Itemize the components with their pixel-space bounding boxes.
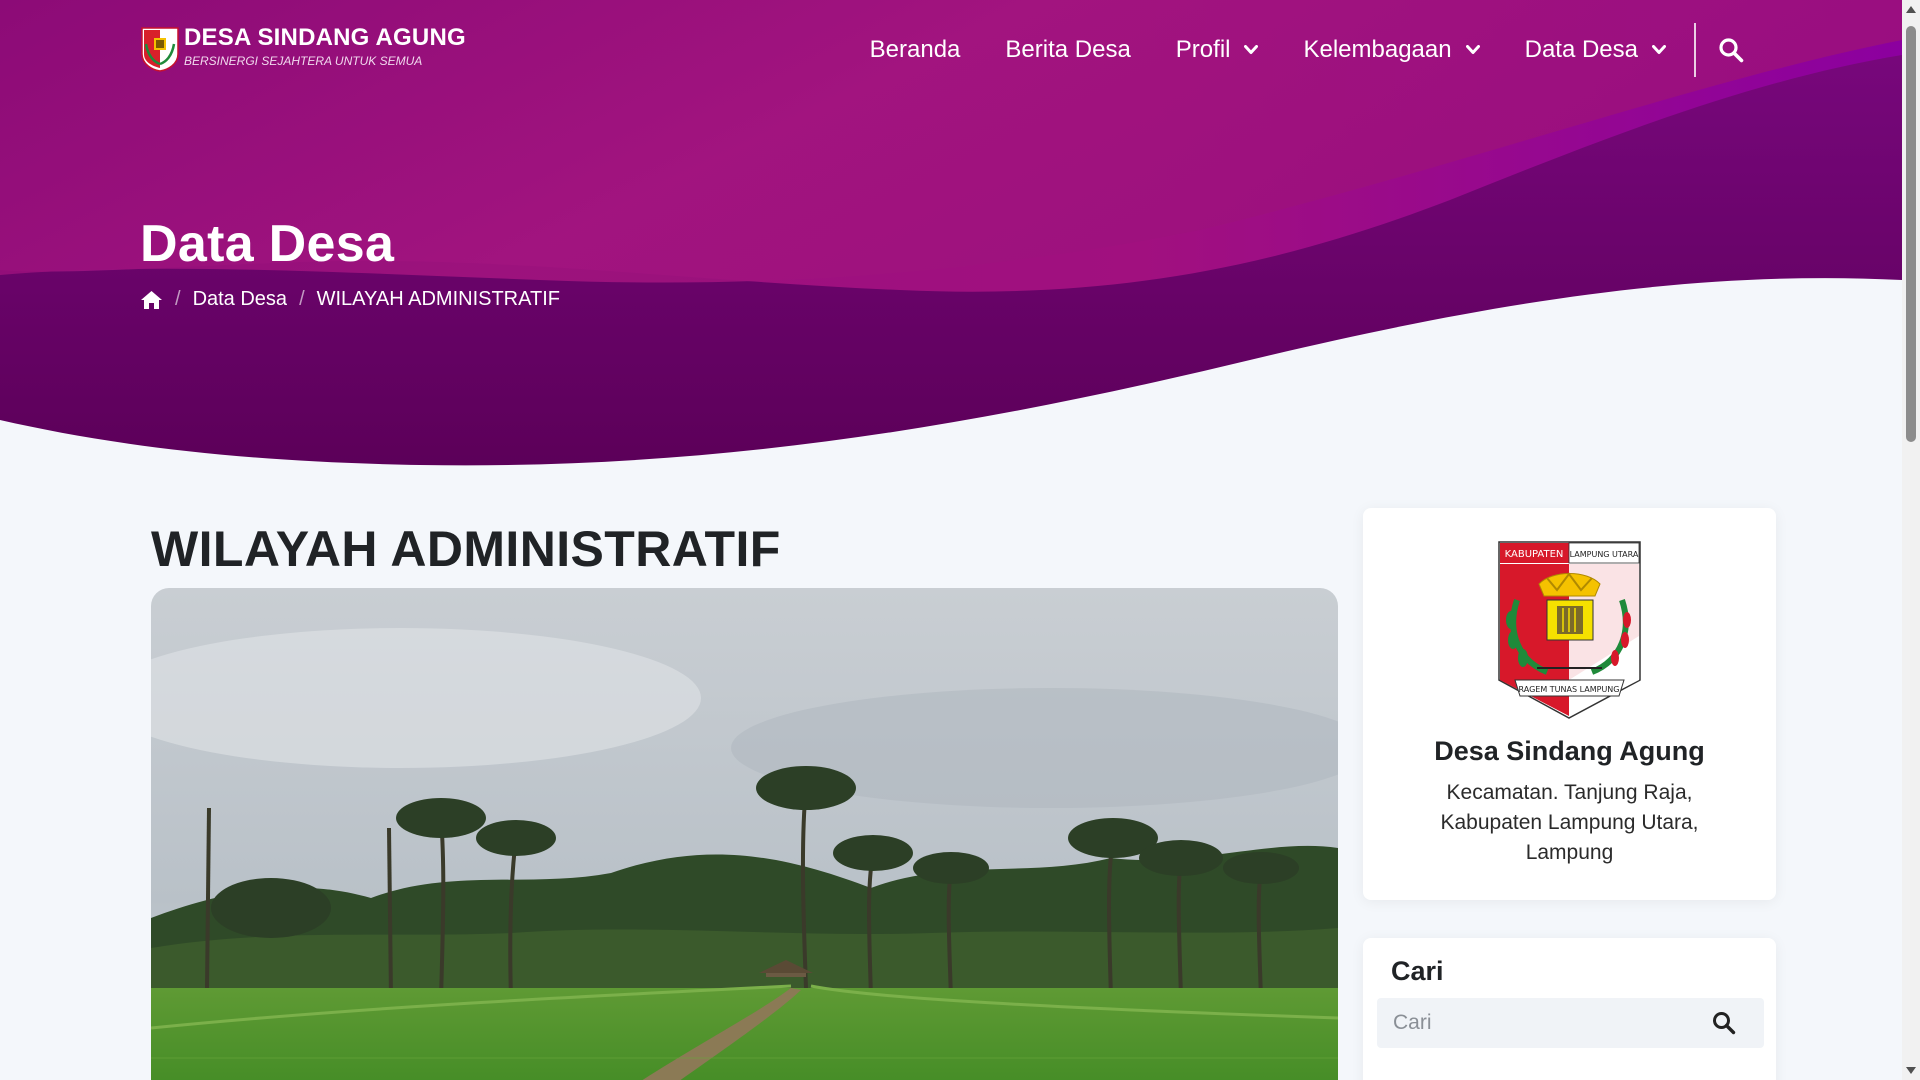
search-box [1377,998,1764,1048]
village-name: Desa Sindang Agung [1434,736,1705,766]
search-card-title: Cari [1391,956,1444,986]
village-address: Kecamatan. Tanjung Raja, Kabupaten Lampu… [1440,781,1699,864]
nav-item-label: Beranda [869,36,961,63]
breadcrumb-separator: / [299,288,305,310]
brand-name: DESA SINDANG AGUNG [184,24,466,51]
nav-item-label: Profil [1175,36,1231,63]
nav-item-kelembagaan[interactable]: Kelembagaan [1303,36,1480,64]
page: DESA SINDANG AGUNG BERSINERGI SEJAHTERA … [0,0,1902,1080]
emblem-motto: RAGEM TUNAS LAMPUNG [1519,685,1620,694]
post-title: WILAYAH ADMINISTRATIF [151,521,781,577]
search-icon[interactable] [1718,37,1744,63]
breadcrumb-data-desa[interactable]: Data Desa [193,288,288,311]
emblem-text-kabupaten: KABUPATEN [1505,549,1564,560]
chevron-down-icon [1652,45,1666,54]
breadcrumb-separator: / [175,288,181,310]
navbar: DESA SINDANG AGUNG BERSINERGI SEJAHTERA … [0,0,1902,100]
breadcrumb-current: WILAYAH ADMINISTRATIF [316,288,560,310]
brand-link[interactable]: DESA SINDANG AGUNG BERSINERGI SEJAHTERA … [140,24,466,72]
page-scrollbar[interactable] [1902,0,1920,1080]
kabupaten-lampung-utara-emblem: KABUPATEN LAMPUNG UTARA RAGEM TUNAS LAMP… [1498,541,1641,719]
scroll-up-arrow[interactable] [1906,6,1916,13]
main-nav: Beranda Berita Desa Profil Kelembagaan D… [825,22,1744,78]
village-profile-card: KABUPATEN LAMPUNG UTARA RAGEM TUNAS LAMP… [1363,508,1776,900]
scroll-thumb[interactable] [1906,26,1916,442]
brand-tagline: BERSINERGI SEJAHTERA UNTUK SEMUA [184,54,423,68]
village-emblem-icon [141,27,179,72]
breadcrumb: / Data Desa / WILAYAH ADMINISTRATIF [140,288,560,311]
emblem-text-lampung-utara: LAMPUNG UTARA [1570,550,1639,559]
search-input[interactable] [1393,998,1693,1048]
nav-item-label: Kelembagaan [1303,36,1452,63]
page-title: Data Desa [140,215,395,273]
search-submit-icon[interactable] [1712,1011,1736,1035]
nav-item-profil[interactable]: Profil [1176,36,1259,64]
nav-item-berita-desa[interactable]: Berita Desa [1005,36,1130,64]
nav-item-label: Berita Desa [1005,36,1131,63]
search-card: Cari [1363,938,1776,1080]
nav-item-data-desa[interactable]: Data Desa [1525,36,1666,64]
home-icon[interactable] [140,290,163,310]
nav-item-label: Data Desa [1524,36,1638,63]
chevron-down-icon [1465,45,1480,54]
nav-divider [1694,23,1696,77]
rice-field-photo [151,588,1338,1080]
hero-section: DESA SINDANG AGUNG BERSINERGI SEJAHTERA … [0,0,1902,480]
chevron-down-icon [1244,45,1259,54]
nav-item-beranda[interactable]: Beranda [870,36,961,64]
scroll-down-arrow[interactable] [1906,1067,1916,1074]
